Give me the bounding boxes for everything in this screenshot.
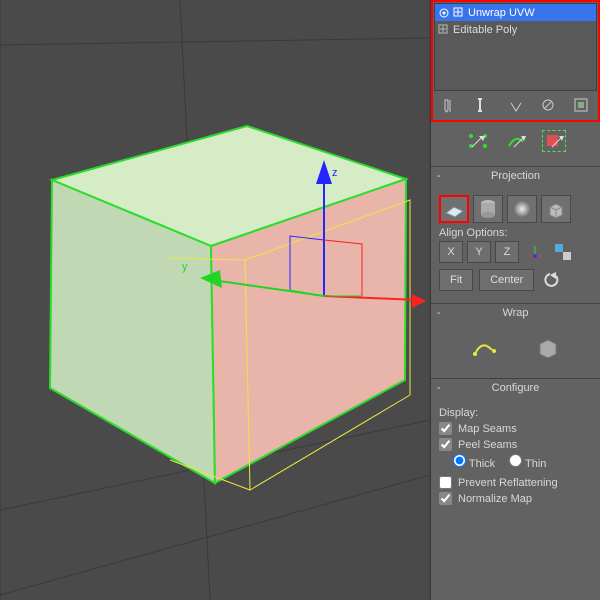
align-y-button[interactable]: Y bbox=[467, 241, 491, 263]
align-z-button[interactable]: Z bbox=[495, 241, 519, 263]
rollout-title: Configure bbox=[492, 382, 540, 394]
spline-wrap-icon[interactable] bbox=[472, 336, 496, 358]
rollout-title: Projection bbox=[491, 170, 540, 182]
cylindrical-map-button[interactable] bbox=[473, 195, 503, 223]
align-options-label: Align Options: bbox=[439, 227, 592, 239]
configure-rollout: -Configure Display: Map Seams Peel Seams… bbox=[431, 378, 600, 514]
modifier-stack-container: Unwrap UVW Editable Poly bbox=[431, 0, 600, 122]
command-panel: Unwrap UVW Editable Poly -Projection bbox=[430, 0, 600, 600]
unfold-wrap-icon[interactable] bbox=[536, 336, 560, 358]
wrap-header[interactable]: -Wrap bbox=[431, 304, 600, 322]
projection-rollout: -Projection Align Options: X Y Z Fit Cen… bbox=[431, 166, 600, 297]
stack-item-label: Editable Poly bbox=[453, 24, 517, 36]
remove-modifier-icon[interactable] bbox=[538, 95, 558, 115]
projection-header[interactable]: -Projection bbox=[431, 167, 600, 185]
visibility-icon bbox=[438, 7, 450, 19]
rollout-title: Wrap bbox=[502, 307, 528, 319]
stack-item-editable-poly[interactable]: Editable Poly bbox=[435, 21, 596, 38]
normalize-map-check[interactable]: Normalize Map bbox=[439, 492, 592, 505]
configure-header[interactable]: -Configure bbox=[431, 379, 600, 397]
viewport[interactable]: z y bbox=[0, 0, 430, 600]
align-x-button[interactable]: X bbox=[439, 241, 463, 263]
box-map-button[interactable] bbox=[541, 195, 571, 223]
svg-text:y: y bbox=[182, 261, 188, 273]
expand-icon[interactable] bbox=[453, 7, 465, 19]
stack-toolbar bbox=[434, 91, 597, 119]
selection-modes bbox=[431, 122, 600, 160]
peel-seams-check[interactable]: Peel Seams bbox=[439, 438, 592, 451]
align-view-icon[interactable] bbox=[551, 241, 575, 263]
pin-stack-icon[interactable] bbox=[440, 95, 460, 115]
prevent-reflattening-check[interactable]: Prevent Reflattening bbox=[439, 476, 592, 489]
thin-radio[interactable]: Thin bbox=[509, 454, 546, 470]
center-button[interactable]: Center bbox=[479, 269, 534, 291]
edge-mode-icon[interactable] bbox=[504, 130, 528, 152]
align-normal-icon[interactable] bbox=[523, 241, 547, 263]
show-end-result-icon[interactable] bbox=[473, 95, 493, 115]
display-label: Display: bbox=[439, 407, 592, 419]
reset-icon[interactable] bbox=[540, 269, 564, 291]
configure-sets-icon[interactable] bbox=[571, 95, 591, 115]
viewport-scene: z y bbox=[0, 0, 430, 600]
expand-icon[interactable] bbox=[438, 24, 450, 36]
svg-text:z: z bbox=[332, 167, 338, 179]
modifier-stack[interactable]: Unwrap UVW Editable Poly bbox=[434, 3, 597, 91]
make-unique-icon[interactable] bbox=[506, 95, 526, 115]
vertex-mode-icon[interactable] bbox=[466, 130, 490, 152]
stack-item-unwrap-uvw[interactable]: Unwrap UVW bbox=[435, 4, 596, 21]
map-seams-check[interactable]: Map Seams bbox=[439, 422, 592, 435]
planar-map-button[interactable] bbox=[439, 195, 469, 223]
wrap-rollout: -Wrap bbox=[431, 303, 600, 372]
fit-button[interactable]: Fit bbox=[439, 269, 473, 291]
thick-radio[interactable]: Thick bbox=[453, 454, 495, 470]
poly-mode-icon[interactable] bbox=[542, 130, 566, 152]
stack-item-label: Unwrap UVW bbox=[468, 7, 535, 19]
spherical-map-button[interactable] bbox=[507, 195, 537, 223]
